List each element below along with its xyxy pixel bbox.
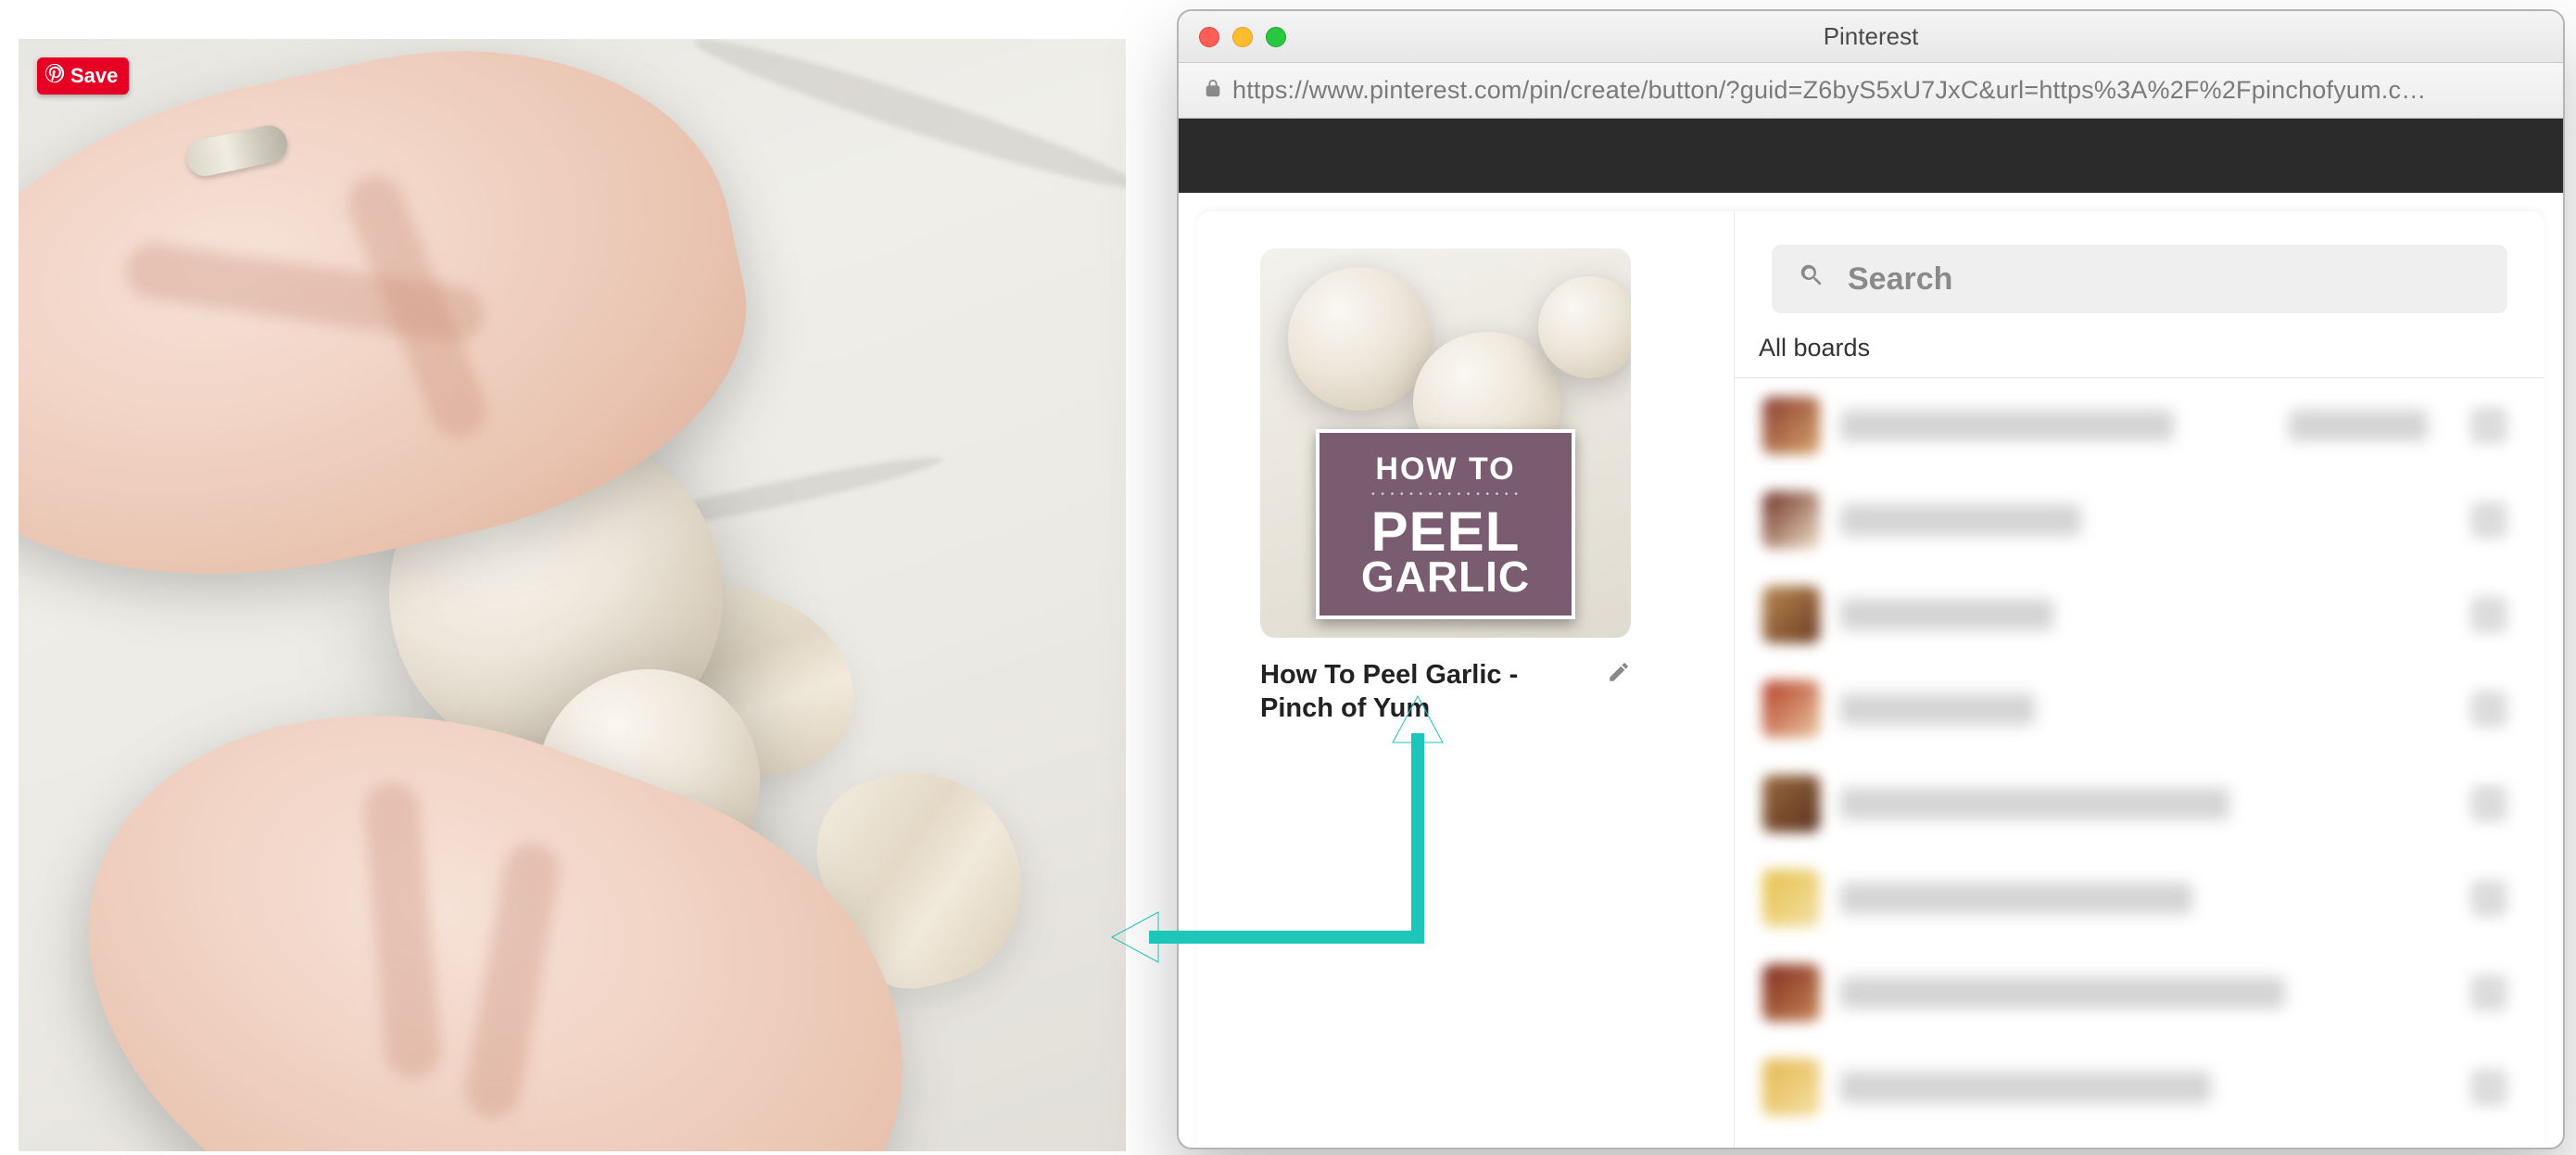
pinterest-save-button[interactable]: Save [37, 57, 129, 95]
url-text: https://www.pinterest.com/pin/create/but… [1232, 76, 2550, 105]
window-titlebar: Pinterest [1179, 11, 2563, 63]
pin-overlay-card: HOW TO • • • • • • • • • • • • • • • • P… [1316, 429, 1575, 619]
board-row[interactable] [1735, 378, 2544, 473]
pin-title: How To Peel Garlic - Pinch of Yum [1260, 658, 1594, 726]
board-row[interactable] [1735, 473, 2544, 567]
board-row[interactable] [1735, 567, 2544, 662]
header-strip [1179, 119, 2563, 193]
overlay-line1: HOW TO [1375, 451, 1515, 488]
board-row[interactable] [1735, 1040, 2544, 1135]
boards-list [1735, 378, 2544, 1148]
boards-heading: All boards [1735, 334, 2544, 378]
board-row[interactable] [1735, 851, 2544, 946]
ring [183, 122, 291, 180]
address-bar[interactable]: https://www.pinterest.com/pin/create/but… [1179, 63, 2563, 119]
overlay-line3: GARLIC [1361, 558, 1530, 596]
edit-icon[interactable] [1607, 658, 1631, 689]
board-row[interactable] [1735, 946, 2544, 1040]
search-icon [1798, 261, 1825, 298]
boards-column: Search All boards [1735, 211, 2544, 1148]
search-input[interactable]: Search [1772, 245, 2507, 313]
hero-photo: Save [19, 39, 1126, 1151]
pinterest-popup-window: Pinterest https://www.pinterest.com/pin/… [1177, 9, 2565, 1149]
overlay-line2: PEEL [1371, 505, 1521, 558]
board-row[interactable] [1735, 756, 2544, 851]
board-row[interactable] [1735, 662, 2544, 756]
save-button-label: Save [70, 64, 118, 88]
lock-icon [1203, 78, 1223, 103]
pin-thumbnail[interactable]: HOW TO • • • • • • • • • • • • • • • • P… [1260, 248, 1631, 638]
popup-content: HOW TO • • • • • • • • • • • • • • • • P… [1197, 211, 2544, 1148]
overlay-divider: • • • • • • • • • • • • • • • • [1371, 489, 1520, 500]
window-title: Pinterest [1179, 22, 2563, 51]
search-placeholder: Search [1848, 261, 1952, 298]
pin-preview-column: HOW TO • • • • • • • • • • • • • • • • P… [1197, 211, 1735, 1148]
pinterest-icon [44, 63, 65, 89]
